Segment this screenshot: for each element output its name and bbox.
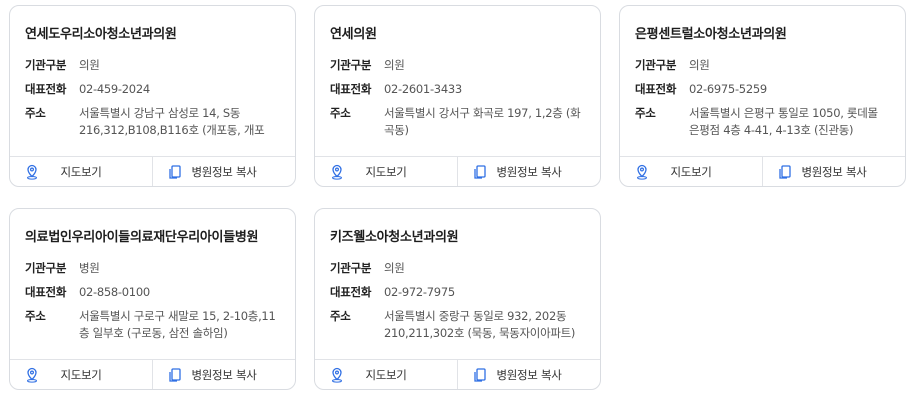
phone-value: 02-2601-3433 <box>384 82 462 96</box>
address-label: 주소 <box>635 106 656 120</box>
address-label: 주소 <box>25 309 46 323</box>
copy-info-button[interactable]: 병원정보 복사 <box>152 157 295 186</box>
map-view-label: 지도보기 <box>365 165 407 179</box>
type-label: 기관구분 <box>330 58 372 72</box>
address-value: 서울특별시 구로구 새말로 15, 2-10층,11층 일부호 (구로동, 삼전… <box>79 309 276 340</box>
type-value: 의원 <box>384 261 405 275</box>
copy-info-button[interactable]: 병원정보 복사 <box>152 360 295 389</box>
copy-info-button[interactable]: 병원정보 복사 <box>457 360 600 389</box>
phone-value: 02-858-0100 <box>79 285 150 299</box>
hospital-name: 연세의원 <box>330 27 377 42</box>
hospital-card: 의료법인우리아이들의료재단우리아이들병원 기관구분 병원 대표전화 02-858-0… <box>9 208 296 390</box>
type-label: 기관구분 <box>635 58 677 72</box>
type-value: 병원 <box>79 261 100 275</box>
phone-label: 대표전화 <box>25 285 67 299</box>
address-label: 주소 <box>330 309 351 323</box>
copy-info-label: 병원정보 복사 <box>191 165 257 179</box>
phone-value: 02-459-2024 <box>79 82 150 96</box>
hospital-name: 의료법인우리아이들의료재단우리아이들병원 <box>25 230 259 245</box>
copy-info-button[interactable]: 병원정보 복사 <box>457 157 600 186</box>
type-label: 기관구분 <box>25 261 67 275</box>
address-value: 서울특별시 강남구 삼성로 14, S동 216,312,B108,B116호 … <box>79 106 265 137</box>
map-view-label: 지도보기 <box>365 368 407 382</box>
hospital-name: 은평센트럴소아청소년과의원 <box>635 27 787 42</box>
copy-info-label: 병원정보 복사 <box>496 368 562 382</box>
address-label: 주소 <box>330 106 351 120</box>
type-value: 의원 <box>384 58 405 72</box>
map-view-label: 지도보기 <box>60 368 102 382</box>
phone-value: 02-972-7975 <box>384 285 455 299</box>
phone-label: 대표전화 <box>25 82 67 96</box>
hospital-name: 연세도우리소아청소년과의원 <box>25 27 177 42</box>
type-value: 의원 <box>79 58 100 72</box>
map-view-label: 지도보기 <box>60 165 102 179</box>
copy-info-label: 병원정보 복사 <box>801 165 867 179</box>
type-value: 의원 <box>689 58 710 72</box>
address-value: 서울특별시 은평구 통일로 1050, 롯데몰 은평점 4층 4-41, 4-1… <box>689 106 878 137</box>
map-view-button[interactable]: 지도보기 <box>315 157 457 186</box>
phone-label: 대표전화 <box>635 82 677 96</box>
map-view-button[interactable]: 지도보기 <box>10 157 152 186</box>
map-view-button[interactable]: 지도보기 <box>620 157 762 186</box>
address-label: 주소 <box>25 106 46 120</box>
phone-label: 대표전화 <box>330 285 372 299</box>
hospital-card: 은평센트럴소아청소년과의원 기관구분 의원 대표전화 02-6975-5259 주소… <box>619 5 906 187</box>
phone-value: 02-6975-5259 <box>689 82 767 96</box>
hospital-card: 연세도우리소아청소년과의원 기관구분 의원 대표전화 02-459-2024 주소 서… <box>9 5 296 187</box>
type-label: 기관구분 <box>330 261 372 275</box>
hospital-card: 연세의원 기관구분 의원 대표전화 02-2601-3433 주소 서울특별시 강서구… <box>314 5 601 187</box>
copy-info-button[interactable]: 병원정보 복사 <box>762 157 905 186</box>
copy-info-label: 병원정보 복사 <box>191 368 257 382</box>
phone-label: 대표전화 <box>330 82 372 96</box>
type-label: 기관구분 <box>25 58 67 72</box>
address-value: 서울특별시 강서구 화곡로 197, 1,2층 (화곡동) <box>384 106 581 137</box>
copy-info-label: 병원정보 복사 <box>496 165 562 179</box>
map-view-label: 지도보기 <box>670 165 712 179</box>
address-value: 서울특별시 중랑구 동일로 932, 202동 210,211,302호 (묵동… <box>384 309 576 340</box>
hospital-name: 키즈웰소아청소년과의원 <box>330 230 459 245</box>
map-view-button[interactable]: 지도보기 <box>10 360 152 389</box>
map-view-button[interactable]: 지도보기 <box>315 360 457 389</box>
hospital-card: 키즈웰소아청소년과의원 기관구분 의원 대표전화 02-972-7975 주소 서울특… <box>314 208 601 390</box>
